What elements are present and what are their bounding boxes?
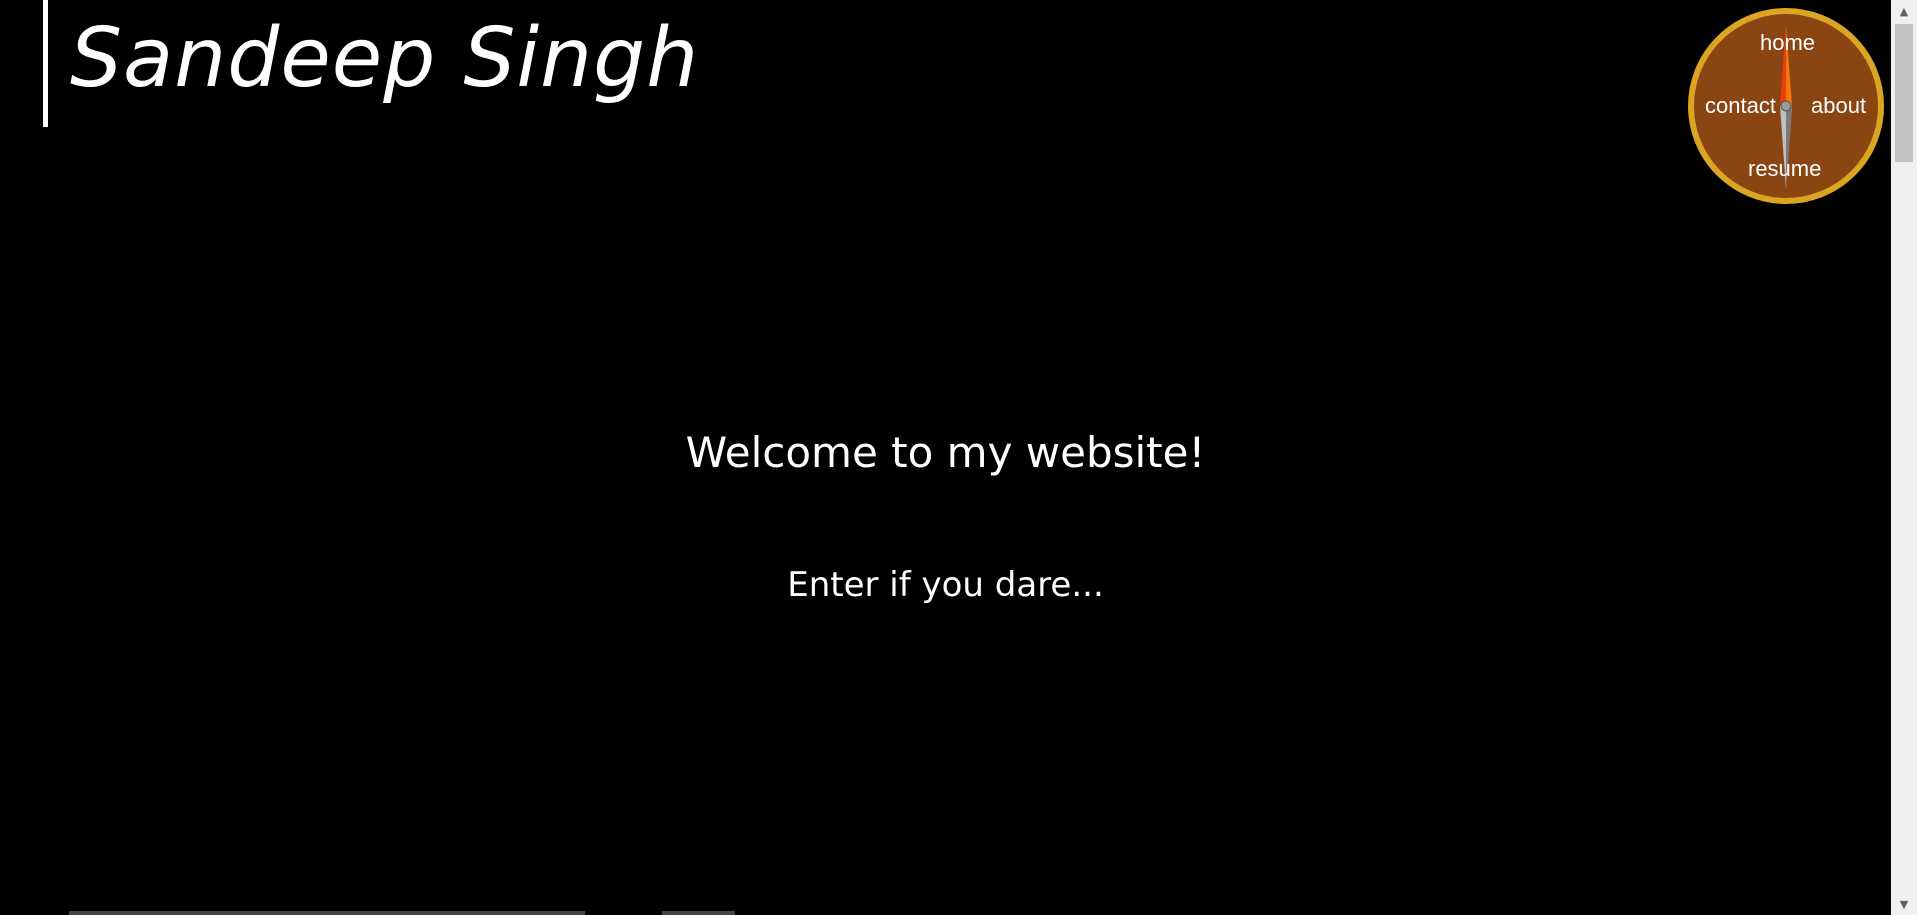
enter-link[interactable]: Enter if you dare... (0, 568, 1891, 602)
title-accent-bar (43, 0, 48, 127)
nav-about-link[interactable]: about (1811, 95, 1866, 117)
vertical-scrollbar[interactable]: ▲ ▼ (1891, 0, 1917, 915)
scroll-down-arrow-icon[interactable]: ▼ (1891, 893, 1917, 915)
scroll-up-arrow-icon[interactable]: ▲ (1891, 0, 1917, 22)
scrollbar-thumb[interactable] (1895, 24, 1913, 162)
bottom-divider (662, 911, 735, 915)
welcome-heading: Welcome to my website! (685, 428, 1206, 477)
site-title[interactable]: Sandeep Singh (70, 10, 699, 108)
nav-contact-link[interactable]: contact (1705, 95, 1776, 117)
bottom-divider (69, 911, 585, 915)
nav-resume-link[interactable]: resume (1748, 158, 1821, 180)
nav-home-link[interactable]: home (1760, 32, 1815, 54)
page: Sandeep Singh Welcome to my website! Ent… (0, 0, 1891, 915)
compass-nav: home about contact resume (1688, 8, 1884, 204)
